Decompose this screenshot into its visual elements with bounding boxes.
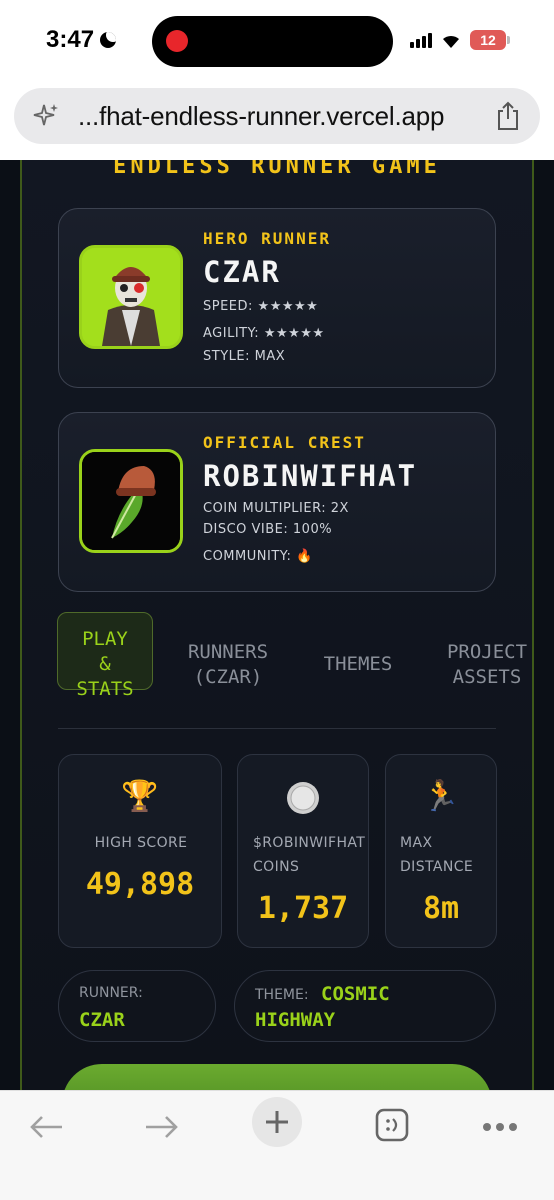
back-button[interactable]: [24, 1107, 68, 1147]
new-tab-button[interactable]: [252, 1097, 302, 1147]
tab-themes[interactable]: THEMES: [308, 652, 408, 677]
recording-indicator-icon: [166, 30, 188, 52]
crest-multiplier: COIN MULTIPLIER: 2X: [203, 501, 349, 516]
tab-project-assets-line-2: ASSETS: [452, 666, 522, 688]
stat-coins-label-1: $ROBINWIFHAT: [253, 835, 366, 851]
coin-icon: [238, 777, 368, 826]
sparkle-icon[interactable]: [32, 102, 60, 130]
tab-divider: [58, 728, 496, 729]
stat-max-distance: 🏃 MAX DISTANCE 8m: [385, 754, 497, 948]
stat-high-score-label: HIGH SCORE: [94, 835, 188, 851]
stat-distance-label-1: MAX: [400, 835, 433, 851]
crest-community: COMMUNITY: 🔥: [203, 549, 313, 564]
feather-hat-icon: [82, 452, 180, 550]
tab-runners[interactable]: RUNNERS (CZAR): [170, 640, 286, 690]
czar-avatar: [79, 245, 183, 349]
runner-pill-value: CZAR: [79, 1009, 125, 1031]
stat-distance-value: 8m: [422, 891, 460, 926]
status-time: 3:47: [46, 26, 117, 54]
share-icon[interactable]: [494, 100, 522, 132]
tab-play-stats-line-3: STATS: [76, 678, 134, 700]
stat-coins: $ROBINWIFHAT COINS 1,737: [237, 754, 369, 948]
tab-project-assets[interactable]: PROJECT ASSETS: [428, 640, 546, 690]
wifi-icon: [443, 35, 459, 48]
status-bar: 3:47 12: [0, 0, 554, 84]
tab-play-stats-line-2: &: [99, 653, 111, 675]
theme-pill-label: THEME:: [255, 987, 309, 1003]
hero-agility: AGILITY: ★★★★★: [203, 326, 325, 341]
tab-runners-line-1: RUNNERS: [187, 641, 269, 663]
stat-coins-value: 1,737: [257, 891, 349, 926]
status-icons: 12: [410, 30, 510, 50]
runner-icon: 🏃: [422, 779, 460, 814]
browser-toolbar: [0, 1090, 554, 1200]
theme-pill-value-1: COSMIC: [321, 983, 390, 1005]
tab-bar: PLAY & STATS RUNNERS (CZAR) THEMES PROJE…: [56, 612, 546, 700]
arrow-right-icon: [146, 1116, 178, 1138]
web-page: ENDLESS RUNNER GAME HERO RUNNER CZAR SPE…: [0, 160, 554, 1090]
tabs-icon: [375, 1108, 409, 1142]
stat-distance-label-2: DISTANCE: [400, 859, 474, 875]
battery-level: 12: [480, 32, 496, 48]
hero-style: STYLE: MAX: [203, 349, 286, 364]
tab-themes-line-1: THEMES: [323, 653, 393, 675]
hero-runner-card: HERO RUNNER CZAR SPEED: ★★★★★ AGILITY: ★…: [58, 208, 496, 388]
more-button[interactable]: [480, 1107, 520, 1147]
skeleton-character-icon: [82, 248, 180, 346]
hero-card-label: HERO RUNNER: [203, 229, 331, 248]
crest-card-name: ROBINWIFHAT: [203, 459, 418, 493]
battery-icon: 12: [470, 30, 510, 50]
theme-pill: THEME: COSMIC HIGHWAY: [234, 970, 496, 1042]
runner-pill-label: RUNNER:: [79, 985, 143, 1001]
time-text: 3:47: [46, 26, 95, 53]
stat-high-score: 🏆 HIGH SCORE 49,898: [58, 754, 222, 948]
page-subtitle: ENDLESS RUNNER GAME: [113, 160, 441, 179]
crest-logo: [79, 449, 183, 553]
crest-card-label: OFFICIAL CREST: [203, 433, 366, 452]
more-dots-icon: [483, 1123, 517, 1131]
stat-coins-label-2: COINS: [253, 859, 300, 875]
tabs-button[interactable]: [374, 1105, 410, 1145]
play-button[interactable]: [62, 1064, 492, 1090]
tab-play-stats[interactable]: PLAY & STATS: [57, 612, 153, 700]
forward-button[interactable]: [140, 1107, 184, 1147]
hero-speed: SPEED: ★★★★★: [203, 299, 319, 314]
tab-runners-line-2: (CZAR): [193, 666, 263, 688]
trophy-icon: 🏆: [121, 779, 159, 814]
official-crest-card: OFFICIAL CREST ROBINWIFHAT COIN MULTIPLI…: [58, 412, 496, 592]
url-bar[interactable]: ...fhat-endless-runner.vercel.app: [14, 88, 540, 144]
signal-icon: [410, 32, 432, 48]
plus-icon: [266, 1111, 288, 1133]
dynamic-island: [152, 16, 393, 67]
stat-high-score-value: 49,898: [85, 867, 195, 902]
url-text[interactable]: ...fhat-endless-runner.vercel.app: [78, 101, 444, 132]
moon-icon: [100, 32, 117, 48]
theme-pill-value-2: HIGHWAY: [255, 1009, 336, 1031]
arrow-left-icon: [30, 1116, 62, 1138]
tab-project-assets-line-1: PROJECT: [446, 641, 528, 663]
tab-play-stats-line-1: PLAY: [82, 628, 128, 650]
crest-vibe: DISCO VIBE: 100%: [203, 522, 333, 537]
hero-card-name: CZAR: [203, 255, 281, 289]
runner-pill: RUNNER: CZAR: [58, 970, 216, 1042]
